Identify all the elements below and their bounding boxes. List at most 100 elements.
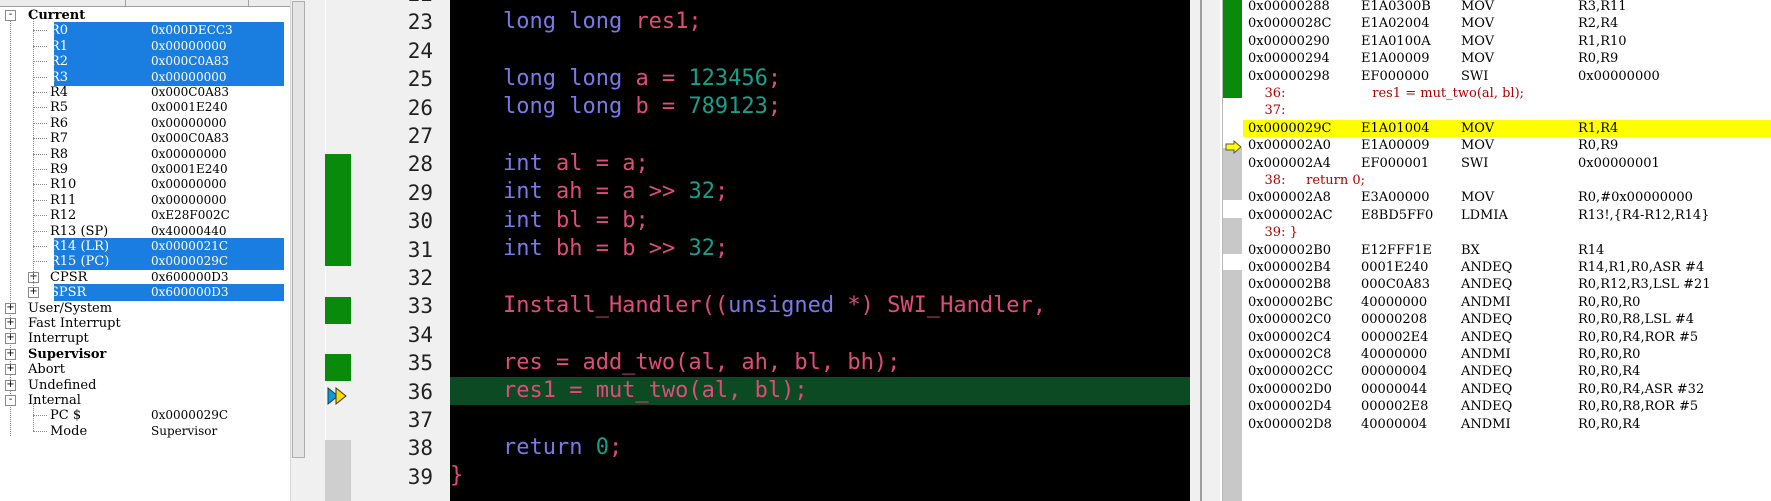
- tree-connector: [33, 404, 34, 432]
- code-token: =: [582, 151, 623, 176]
- instruction-mnemonic: ANDEQ: [1461, 381, 1513, 397]
- instruction-row[interactable]: 0x000002AC E8BD5FF0 LDMIA R13!,{R4-R12,R14}: [1243, 207, 1771, 224]
- instruction-operands: R0,#0x00000000: [1578, 190, 1693, 206]
- instruction-address: 0x000002B0: [1248, 242, 1332, 258]
- code-line: int bh = b >> 32;: [450, 235, 1190, 263]
- expand-toggle-icon[interactable]: +: [28, 287, 39, 299]
- instruction-row[interactable]: 0x00000288 E1A0300B MOV R3,R11: [1243, 0, 1771, 15]
- code-token: 32: [688, 179, 715, 205]
- current-code-line: res1 = mut_two(al, bl);: [450, 377, 1190, 406]
- instruction-mnemonic: ANDMI: [1461, 416, 1511, 432]
- source-editor[interactable]: long long res1; long long a = 123456; lo…: [450, 0, 1190, 501]
- code-token: unsigned: [728, 293, 835, 318]
- registers-scroll-thumb[interactable]: [292, 1, 305, 458]
- code-token: }: [450, 463, 464, 489]
- line-number: 33: [407, 294, 433, 319]
- instruction-operands: R0,R0,R0: [1578, 294, 1641, 310]
- instruction-mnemonic: SWI: [1461, 155, 1489, 171]
- instruction-row[interactable]: 0x000002D4 000002E8 ANDEQ R0,R0,R8,ROR #5: [1243, 398, 1771, 415]
- collapse-toggle-icon[interactable]: -: [5, 10, 16, 21]
- instruction-opcode: 40000004: [1361, 416, 1428, 432]
- instruction-row[interactable]: 0x000002C8 40000000 ANDMI R0,R0,R0: [1243, 346, 1771, 363]
- instruction-operands: R0,R0,R4: [1578, 416, 1641, 432]
- instruction-row[interactable]: 0x000002D8 40000004 ANDMI R0,R0,R4: [1243, 416, 1771, 433]
- code-token: b: [635, 94, 649, 120]
- instruction-opcode: 000C0A83: [1361, 277, 1430, 293]
- source-annotation-line: 37:: [1243, 102, 1771, 119]
- line-number: 29: [407, 180, 433, 205]
- line-number: 35: [407, 351, 433, 376]
- instruction-row[interactable]: 0x000002C0 00000208 ANDEQ R0,R0,R8,LSL #4: [1243, 311, 1771, 328]
- instruction-opcode: 00000044: [1361, 381, 1428, 397]
- instruction-row[interactable]: 0x000002B8 000C0A83 ANDEQ R0,R12,R3,LSL #21: [1243, 276, 1771, 293]
- code-token: a: [635, 65, 649, 91]
- disassembly-panel[interactable]: 0x00000288 E1A0300B MOV R3,R11 0x0000028C E1A…: [1222, 0, 1771, 501]
- instruction-address: 0x00000298: [1248, 68, 1330, 84]
- instruction-row[interactable]: 0x000002A8 E3A00000 MOV R0,#0x00000000: [1243, 189, 1771, 206]
- tree-connector: [33, 30, 47, 32]
- instruction-row[interactable]: 0x000002BC 40000000 ANDMI R0,R0,R0: [1243, 294, 1771, 311]
- code-token: a: [622, 179, 636, 205]
- expand-toggle-icon[interactable]: +: [5, 318, 16, 329]
- instruction-operands: R0,R0,R4,ROR #5: [1578, 329, 1699, 345]
- code-token: 123456: [688, 65, 768, 91]
- expand-toggle-icon[interactable]: +: [5, 348, 16, 360]
- code-line: Install_Handler((unsigned *) SWI_Handler…: [450, 292, 1190, 320]
- instruction-row[interactable]: 0x000002B4 0001E240 ANDEQ R14,R1,R0,ASR #4: [1243, 259, 1771, 276]
- code-line: int al = a;: [450, 150, 1190, 178]
- current-instruction-row[interactable]: 0x0000029C E1A01004 MOV R1,R4: [1243, 119, 1771, 138]
- instruction-operands: R0,R0,R0: [1578, 347, 1641, 362]
- instruction-row[interactable]: 0x000002A4 EF000001 SWI 0x00000001: [1243, 155, 1771, 172]
- source-text: 39: }: [1248, 225, 1298, 241]
- code-token: ;: [608, 435, 623, 460]
- code-token: int: [450, 236, 556, 262]
- instruction-opcode: 0001E240: [1361, 260, 1429, 275]
- tree-connector: [33, 122, 47, 124]
- code-token: return: [450, 435, 596, 460]
- instruction-row[interactable]: 0x000002D0 00000044 ANDEQ R0,R0,R4,ASR #32: [1243, 381, 1771, 398]
- code-token: ;: [688, 9, 702, 34]
- code-token: ;: [714, 236, 729, 262]
- tree-connector: [33, 415, 47, 417]
- tree-connector: [33, 92, 47, 93]
- instruction-mnemonic: MOV: [1461, 190, 1495, 206]
- code-token: ;: [635, 207, 649, 233]
- instruction-row[interactable]: 0x0000028C E1A02004 MOV R2,R4: [1243, 15, 1771, 32]
- instruction-operands: R0,R0,R8,ROR #5: [1578, 399, 1699, 415]
- code-token: b: [622, 236, 636, 262]
- instruction-row[interactable]: 0x00000294 E1A00009 MOV R0,R9: [1243, 50, 1771, 67]
- line-number: 27: [407, 124, 433, 148]
- disasm-current-arrow-icon: [1225, 140, 1242, 154]
- instruction-operands: R14: [1578, 242, 1605, 258]
- editor-scroll-track[interactable]: [1200, 0, 1202, 501]
- register-name: Mode: [50, 423, 88, 439]
- expand-toggle-icon[interactable]: +: [5, 302, 16, 314]
- code-token: *) SWI_Handler,: [834, 293, 1047, 318]
- expand-toggle-icon[interactable]: +: [5, 379, 16, 391]
- expand-toggle-icon[interactable]: +: [5, 333, 16, 345]
- instruction-row[interactable]: 0x00000290 E1A0100A MOV R1,R10: [1243, 33, 1771, 50]
- instruction-row[interactable]: 0x000002A0 E1A00009 MOV R0,R9: [1243, 137, 1771, 154]
- code-token: ;: [714, 179, 729, 205]
- source-text: 37:: [1248, 103, 1286, 119]
- instruction-row[interactable]: 0x000002C4 000002E4 ANDEQ R0,R0,R4,ROR #5: [1243, 329, 1771, 346]
- line-number: 36: [407, 379, 433, 404]
- instruction-address: 0x000002BC: [1248, 294, 1333, 310]
- instruction-row[interactable]: 0x00000298 EF000000 SWI 0x00000000: [1243, 68, 1771, 85]
- instruction-row[interactable]: 0x000002B0 E12FFF1E BX R14: [1243, 242, 1771, 259]
- tree-connector: [33, 184, 47, 186]
- instruction-operands: R3,R11: [1578, 0, 1627, 14]
- instruction-mnemonic: ANDEQ: [1461, 329, 1513, 345]
- code-token: res1: [635, 9, 689, 34]
- instruction-row[interactable]: 0x000002CC 00000004 ANDEQ R0,R0,R4: [1243, 363, 1771, 380]
- registers-scrollbar[interactable]: [290, 0, 305, 501]
- expand-toggle-icon[interactable]: +: [5, 364, 16, 376]
- code-token: >>: [635, 179, 689, 205]
- disasm-coverage-marker: [1223, 0, 1242, 98]
- collapse-toggle-icon[interactable]: -: [5, 395, 16, 406]
- instruction-mnemonic: ANDEQ: [1461, 364, 1513, 380]
- coverage-marker: [325, 182, 351, 210]
- editor-scrollbar[interactable]: [1190, 0, 1220, 501]
- header-separator: [248, 0, 249, 6]
- code-token: a: [622, 151, 636, 176]
